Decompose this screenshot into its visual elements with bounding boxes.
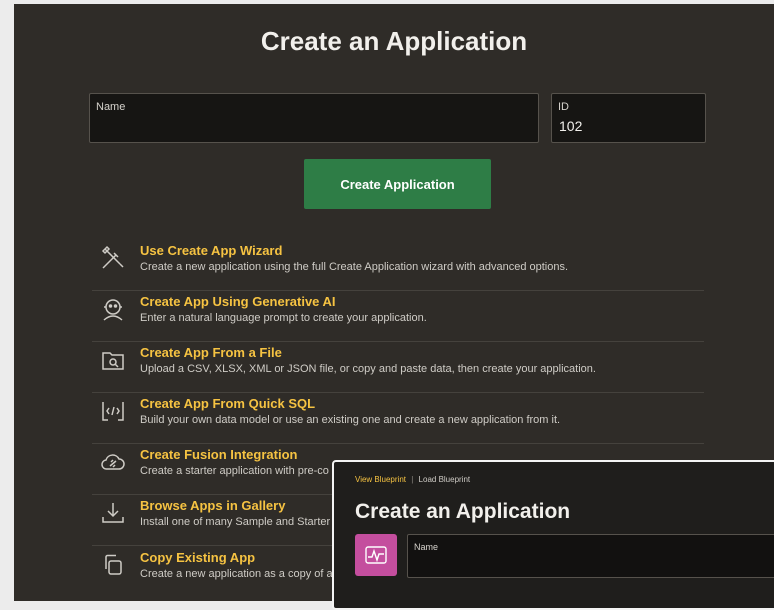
option-description: Create a new application as a copy of a — [140, 568, 333, 580]
name-field[interactable]: Name — [89, 93, 539, 143]
option-description: Upload a CSV, XLSX, XML or JSON file, or… — [140, 363, 596, 375]
create-application-button[interactable]: Create Application — [304, 159, 491, 209]
id-field-label: ID — [558, 101, 569, 113]
download-icon — [100, 500, 126, 526]
option-title[interactable]: Create App From Quick SQL — [140, 396, 315, 411]
option-description: Build your own data model or use an exis… — [140, 414, 561, 426]
option-create-app-wizard[interactable]: Use Create App Wizard Create a new appli… — [92, 239, 704, 291]
wizard-icon — [100, 245, 126, 271]
blueprint-links: View Blueprint | Load Blueprint — [355, 475, 470, 484]
copy-icon — [100, 552, 126, 578]
blueprint-preview-overlay: View Blueprint | Load Blueprint Create a… — [332, 460, 774, 610]
load-blueprint-link[interactable]: Load Blueprint — [419, 475, 471, 484]
option-description: Create a new application using the full … — [140, 261, 569, 273]
option-description: Create a starter application with pre-co — [140, 465, 329, 477]
option-title[interactable]: Copy Existing App — [140, 550, 255, 565]
overlay-name-field[interactable]: Name — [407, 534, 774, 578]
option-title[interactable]: Create Fusion Integration — [140, 447, 297, 462]
view-blueprint-link[interactable]: View Blueprint — [355, 475, 406, 484]
code-icon — [100, 398, 126, 424]
overlay-name-label: Name — [414, 542, 439, 552]
link-separator: | — [411, 475, 414, 484]
id-field-value: 102 — [559, 118, 583, 134]
file-search-icon — [100, 347, 126, 373]
app-chart-icon[interactable] — [355, 534, 397, 576]
overlay-title: Create an Application — [355, 500, 571, 523]
option-description: Enter a natural language prompt to creat… — [140, 312, 427, 324]
name-field-label: Name — [96, 101, 126, 113]
option-quick-sql[interactable]: Create App From Quick SQL Build your own… — [92, 392, 704, 444]
option-title[interactable]: Browse Apps in Gallery — [140, 498, 285, 513]
page-title: Create an Application — [260, 26, 528, 56]
ai-assistant-icon — [100, 296, 126, 322]
option-generative-ai[interactable]: Create App Using Generative AI Enter a n… — [92, 290, 704, 342]
option-description: Install one of many Sample and Starter — [140, 516, 331, 528]
option-create-from-file[interactable]: Create App From a File Upload a CSV, XLS… — [92, 341, 704, 393]
option-title[interactable]: Create App Using Generative AI — [140, 294, 336, 309]
option-title[interactable]: Use Create App Wizard — [140, 243, 282, 258]
option-title[interactable]: Create App From a File — [140, 345, 282, 360]
id-field[interactable]: ID 102 — [551, 93, 706, 143]
cloud-link-icon — [100, 449, 126, 475]
